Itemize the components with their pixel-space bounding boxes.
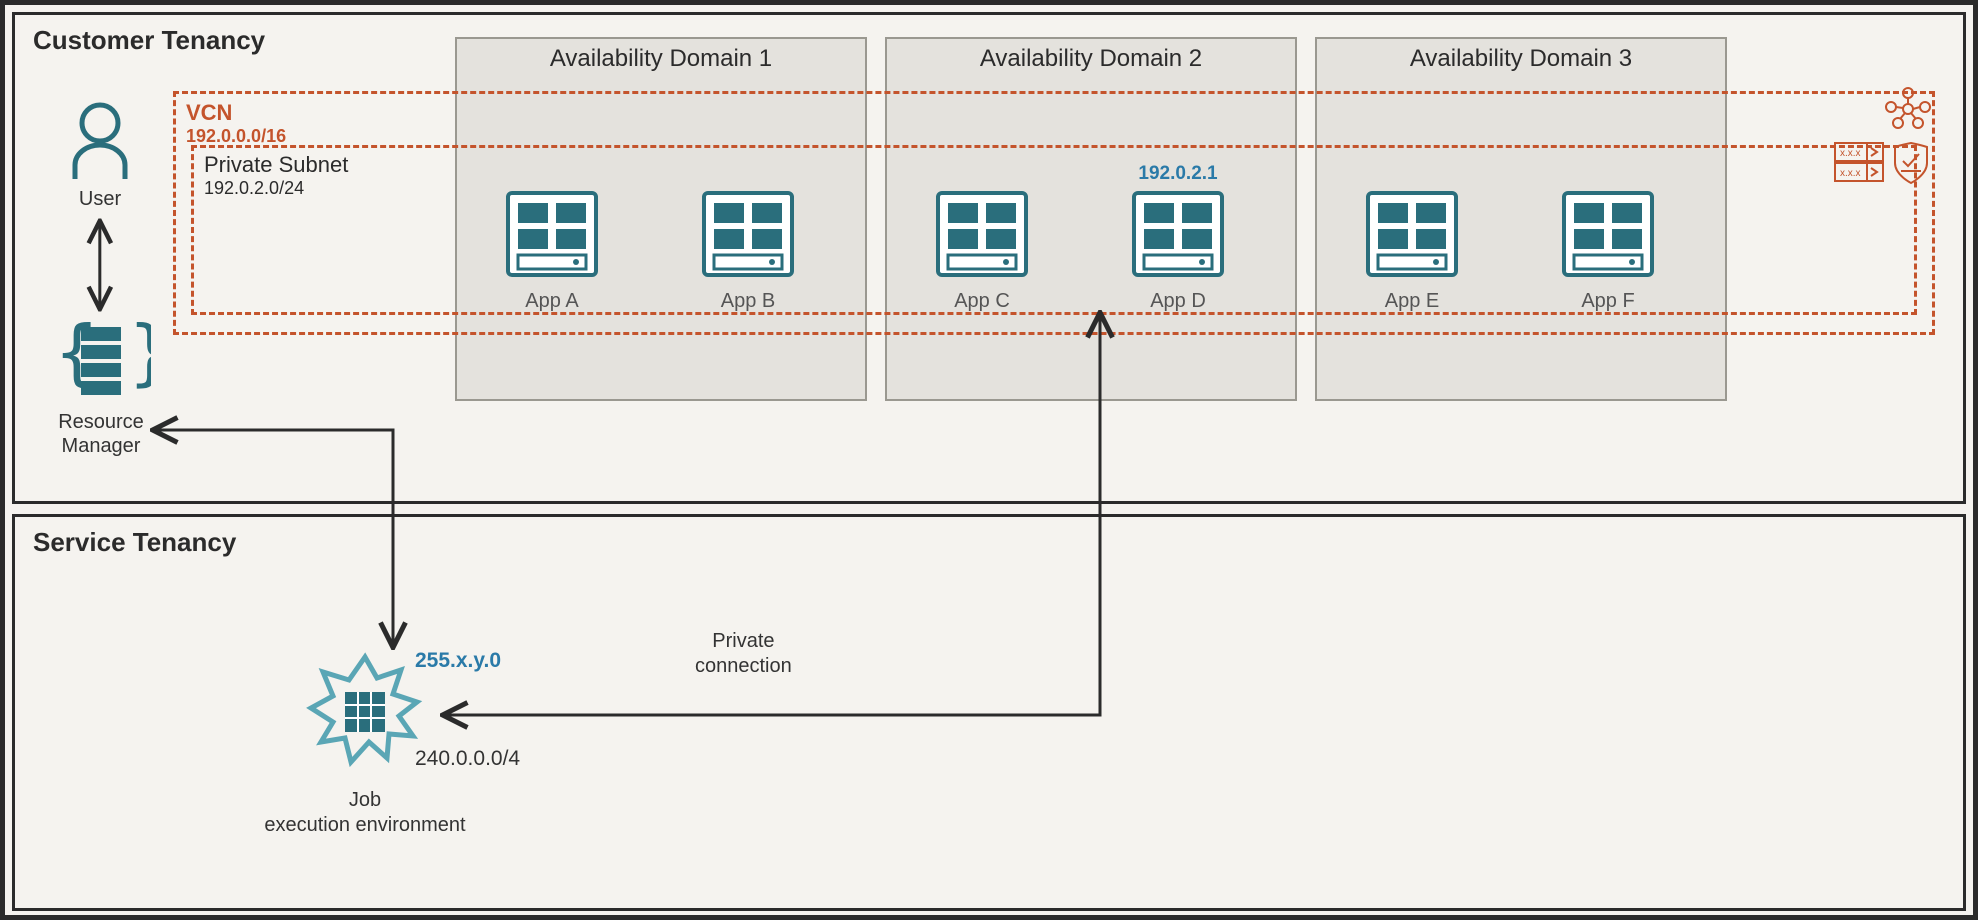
vcn-cidr: 192.0.0.0/16 xyxy=(186,126,286,147)
app-e: App E xyxy=(1347,189,1477,313)
app-c: App C xyxy=(917,189,1047,313)
app-d-ip: 192.0.2.1 xyxy=(1113,163,1243,185)
server-icon xyxy=(504,189,600,279)
server-icon xyxy=(1560,189,1656,279)
service-tenancy-title: Service Tenancy xyxy=(33,527,236,558)
subnet-cidr: 192.0.2.0/24 xyxy=(204,178,304,199)
app-b: App B xyxy=(683,189,813,313)
server-icon xyxy=(934,189,1030,279)
vcn-label: VCN xyxy=(186,100,232,126)
app-f-label: App F xyxy=(1543,290,1673,313)
server-icon xyxy=(700,189,796,279)
diagram-stage: Customer Tenancy Availability Domain 1 A… xyxy=(0,0,1978,920)
user: User xyxy=(55,101,145,211)
job-ip-cidr: 240.0.0.0/4 xyxy=(415,747,520,771)
route-table-and-security-list-icon: x.x.x x.x.x xyxy=(1833,139,1933,190)
server-icon xyxy=(1364,189,1460,279)
resource-manager-label: ResourceManager xyxy=(37,410,165,458)
svg-text:x.x.x: x.x.x xyxy=(1840,148,1861,159)
job-ip-primary: 255.x.y.0 xyxy=(415,649,501,673)
svg-text:}: } xyxy=(129,315,151,394)
job-label: Jobexecution environment xyxy=(235,788,495,838)
app-c-label: App C xyxy=(917,290,1047,313)
ad3-title: Availability Domain 3 xyxy=(1317,45,1725,73)
customer-tenancy-title: Customer Tenancy xyxy=(33,25,265,56)
ad1-title: Availability Domain 1 xyxy=(457,45,865,73)
app-d: 192.0.2.1 App D xyxy=(1113,189,1243,313)
service-tenancy: Service Tenancy 255.x.y.0 240.0.0.0/4 xyxy=(12,514,1966,911)
private-connection-label: Privateconnection xyxy=(695,629,792,679)
app-b-label: App B xyxy=(683,290,813,313)
ad2-title: Availability Domain 2 xyxy=(887,45,1295,73)
app-a-label: App A xyxy=(487,290,617,313)
server-icon xyxy=(1130,189,1226,279)
app-e-label: App E xyxy=(1347,290,1477,313)
app-f: App F xyxy=(1543,189,1673,313)
resource-manager-icon: { } xyxy=(51,315,151,401)
route-table-icon: x.x.x x.x.x xyxy=(1835,143,1883,181)
resource-manager: { } ResourceManager xyxy=(37,315,165,458)
subnet-label: Private Subnet xyxy=(204,152,348,178)
job-execution-environment: 255.x.y.0 240.0.0.0/4 Jobexecution envir… xyxy=(235,647,495,838)
network-topology-icon xyxy=(1883,85,1933,134)
svg-text:x.x.x: x.x.x xyxy=(1840,168,1861,179)
app-d-label: App D xyxy=(1113,290,1243,313)
user-icon xyxy=(65,101,135,181)
job-gear-icon xyxy=(300,647,430,777)
customer-tenancy: Customer Tenancy Availability Domain 1 A… xyxy=(12,12,1966,504)
app-a: App A xyxy=(487,189,617,313)
user-label: User xyxy=(55,188,145,211)
security-list-icon xyxy=(1895,143,1927,183)
